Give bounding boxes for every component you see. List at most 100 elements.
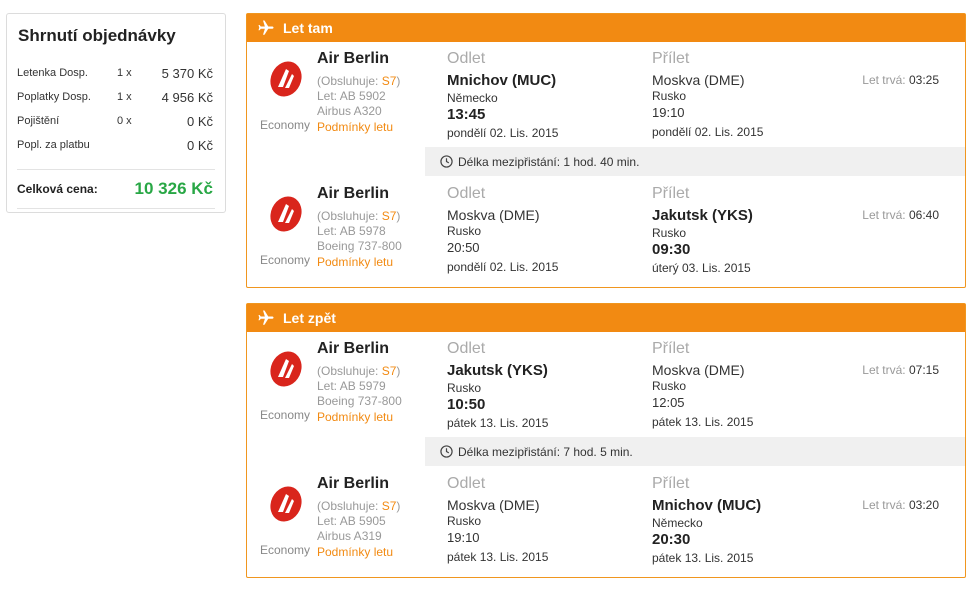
flight-duration: Let trvá: 03:20 (862, 498, 939, 512)
flight-number: Let: AB 5905 (317, 514, 386, 528)
travel-class: Economy (260, 408, 311, 422)
operated-prefix: (Obsluhuje: (317, 209, 382, 223)
flight-conditions-link[interactable]: Podmínky letu (317, 410, 393, 424)
arrival-country: Rusko (652, 226, 687, 240)
aircraft-type: Boeing 737-800 (317, 394, 402, 408)
departure-time: 20:50 (447, 240, 480, 255)
departure-time: 19:10 (447, 530, 480, 545)
layover-text: Délka mezipřistání: 7 hod. 5 min. (458, 444, 633, 459)
duration-label: Let trvá: (862, 73, 906, 87)
summary-row-amount: 0 Kč (186, 137, 213, 153)
flight-duration: Let trvá: 06:40 (862, 208, 939, 222)
airplane-icon (257, 309, 275, 327)
summary-row-label: Pojištění (17, 115, 60, 127)
duration-value: 03:20 (908, 498, 939, 512)
outbound-header: Let tam (247, 14, 965, 42)
summary-row-label: Popl. za platbu (17, 139, 90, 151)
air-berlin-logo (269, 57, 303, 101)
summary-row-payment-fee: Popl. za platbu 0 Kč (17, 133, 215, 157)
summary-row-fees: Poplatky Dosp. 1 x 4 956 Kč (17, 85, 215, 109)
summary-row-ticket: Letenka Dosp. 1 x 5 370 Kč (17, 61, 215, 85)
arrival-column: Přílet Mnichov (MUC) Německo 20:30 pátek… (652, 475, 761, 565)
travel-class: Economy (260, 253, 311, 267)
departure-city: Moskva (DME) (447, 207, 540, 223)
flight-conditions-link[interactable]: Podmínky letu (317, 255, 393, 269)
summary-row-qty: 0 x (117, 115, 132, 127)
operated-prefix: (Obsluhuje: (317, 74, 382, 88)
operator-code: S7 (381, 364, 397, 378)
duration-value: 06:40 (908, 208, 939, 222)
summary-total: Celková cena: 10 326 Kč (17, 170, 215, 208)
arrival-time: 20:30 (652, 531, 691, 548)
departure-column: Odlet Jakutsk (YKS) Rusko 10:50 pátek 13… (447, 340, 548, 430)
return-title: Let zpět (283, 310, 336, 326)
summary-row-qty: 1 x (117, 67, 132, 79)
flight-segment: Economy Air Berlin (Obsluhuje: S7) Let: … (247, 177, 965, 297)
arrival-country: Rusko (652, 379, 687, 393)
arrival-column: Přílet Jakutsk (YKS) Rusko 09:30 úterý 0… (652, 185, 753, 275)
summary-divider (17, 208, 215, 209)
departure-date: pondělí 02. Lis. 2015 (447, 260, 559, 274)
departure-column: Odlet Moskva (DME) Rusko 20:50 pondělí 0… (447, 185, 558, 274)
summary-row-amount: 4 956 Kč (161, 89, 213, 105)
operated-suffix: ) (396, 74, 401, 88)
flight-conditions-link[interactable]: Podmínky letu (317, 120, 393, 134)
layover-bar: Délka mezipřistání: 7 hod. 5 min. (425, 437, 965, 466)
departure-heading: Odlet (447, 340, 486, 357)
arrival-country: Německo (652, 516, 703, 530)
arrival-heading: Přílet (652, 50, 690, 67)
arrival-heading: Přílet (652, 185, 690, 202)
departure-country: Německo (447, 91, 498, 105)
departure-city: Jakutsk (YKS) (447, 362, 548, 379)
airline-name: Air Berlin (317, 185, 390, 202)
arrival-country: Rusko (652, 89, 687, 103)
operated-suffix: ) (396, 209, 401, 223)
summary-title: Shrnutí objednávky (18, 26, 176, 45)
operator-code: S7 (381, 499, 397, 513)
operated-prefix: (Obsluhuje: (317, 499, 382, 513)
operated-by: (Obsluhuje: S7) (317, 74, 400, 88)
flight-segment: Economy Air Berlin (Obsluhuje: S7) Let: … (247, 332, 965, 452)
airline-name: Air Berlin (317, 340, 390, 357)
summary-row-label: Poplatky Dosp. (17, 91, 91, 103)
arrival-time: 12:05 (652, 395, 685, 410)
arrival-time: 19:10 (652, 105, 685, 120)
outbound-flight-box: Let tam Economy Air Berlin (Obsluhuje: S… (246, 13, 966, 288)
flight-segment: Economy Air Berlin (Obsluhuje: S7) Let: … (247, 42, 965, 162)
arrival-heading: Přílet (652, 340, 690, 357)
outbound-title: Let tam (283, 20, 333, 36)
arrival-city: Mnichov (MUC) (652, 497, 762, 514)
travel-class: Economy (260, 543, 311, 557)
departure-country: Rusko (447, 514, 482, 528)
summary-row-label: Letenka Dosp. (17, 67, 88, 79)
departure-date: pátek 13. Lis. 2015 (447, 550, 549, 564)
arrival-city: Moskva (DME) (652, 362, 745, 378)
operated-suffix: ) (396, 364, 401, 378)
clock-icon (440, 445, 453, 458)
duration-value: 03:25 (908, 73, 939, 87)
layover-bar: Délka mezipřistání: 1 hod. 40 min. (425, 147, 965, 176)
departure-date: pátek 13. Lis. 2015 (447, 416, 549, 430)
departure-date: pondělí 02. Lis. 2015 (447, 126, 559, 140)
departure-city: Moskva (DME) (447, 497, 540, 513)
arrival-date: pátek 13. Lis. 2015 (652, 551, 754, 565)
airplane-icon (257, 19, 275, 37)
total-label: Celková cena: (17, 182, 98, 196)
air-berlin-logo (269, 482, 303, 526)
order-summary: Shrnutí objednávky Letenka Dosp. 1 x 5 3… (6, 13, 226, 213)
operated-by: (Obsluhuje: S7) (317, 499, 400, 513)
duration-value: 07:15 (908, 363, 939, 377)
departure-column: Odlet Mnichov (MUC) Německo 13:45 ponděl… (447, 50, 558, 140)
summary-row-qty: 1 x (117, 91, 132, 103)
aircraft-type: Airbus A320 (317, 104, 382, 118)
return-header: Let zpět (247, 304, 965, 332)
arrival-time: 09:30 (652, 241, 691, 258)
operated-by: (Obsluhuje: S7) (317, 209, 400, 223)
duration-label: Let trvá: (862, 498, 906, 512)
departure-heading: Odlet (447, 185, 486, 202)
operator-code: S7 (381, 209, 397, 223)
summary-row-insurance: Pojištění 0 x 0 Kč (17, 109, 215, 133)
departure-country: Rusko (447, 224, 482, 238)
flight-conditions-link[interactable]: Podmínky letu (317, 545, 393, 559)
arrival-date: pondělí 02. Lis. 2015 (652, 125, 764, 139)
